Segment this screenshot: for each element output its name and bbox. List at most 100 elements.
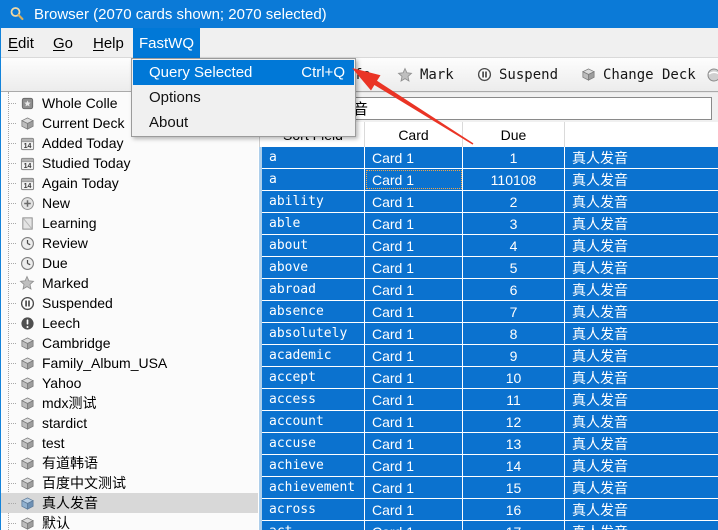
cell-deck[interactable]: 真人发音 <box>565 323 718 344</box>
table-row[interactable]: accuseCard 113真人发音 <box>262 433 718 454</box>
cell-deck[interactable]: 真人发音 <box>565 257 718 278</box>
table-row[interactable]: acceptCard 110真人发音 <box>262 367 718 388</box>
menu-item-about[interactable]: About <box>133 110 354 135</box>
table-row[interactable]: academicCard 19真人发音 <box>262 345 718 366</box>
cell-deck[interactable]: 真人发音 <box>565 521 718 530</box>
table-row[interactable]: aboutCard 14真人发音 <box>262 235 718 256</box>
cell-card[interactable]: Card 1 <box>365 323 463 344</box>
column-header-deck[interactable] <box>565 122 718 147</box>
cell-card[interactable]: Card 1 <box>365 213 463 234</box>
cell-card[interactable]: Card 1 <box>365 389 463 410</box>
cell-deck[interactable]: 真人发音 <box>565 279 718 300</box>
cell-card[interactable]: Card 1 <box>365 499 463 520</box>
sidebar-item-review[interactable]: Review <box>0 233 258 253</box>
cell-due[interactable]: 10 <box>463 367 565 388</box>
sidebar-item-again-today[interactable]: 14Again Today <box>0 173 258 193</box>
cell-deck[interactable]: 真人发音 <box>565 477 718 498</box>
cell-card[interactable]: Card 1 <box>365 477 463 498</box>
cell-deck[interactable]: 真人发音 <box>565 301 718 322</box>
cell-card[interactable]: Card 1 <box>365 169 463 190</box>
table-row[interactable]: aboveCard 15真人发音 <box>262 257 718 278</box>
table-row[interactable]: abroadCard 16真人发音 <box>262 279 718 300</box>
cell-sort-field[interactable]: abroad <box>262 279 365 300</box>
sidebar-item-marked[interactable]: Marked <box>0 273 258 293</box>
cell-card[interactable]: Card 1 <box>365 301 463 322</box>
cell-due[interactable]: 3 <box>463 213 565 234</box>
menu-fastwq[interactable]: FastWQ <box>133 28 200 58</box>
cell-sort-field[interactable]: access <box>262 389 365 410</box>
cell-due[interactable]: 12 <box>463 411 565 432</box>
cell-due[interactable]: 1 <box>463 147 565 168</box>
cell-card[interactable]: Card 1 <box>365 279 463 300</box>
cell-due[interactable]: 2 <box>463 191 565 212</box>
cell-sort-field[interactable]: academic <box>262 345 365 366</box>
sidebar-item-family-album-usa[interactable]: Family_Album_USA <box>0 353 258 373</box>
sidebar-item-cambridge[interactable]: Cambridge <box>0 333 258 353</box>
table-row[interactable]: accountCard 112真人发音 <box>262 411 718 432</box>
cell-due[interactable]: 110108 <box>463 169 565 190</box>
toolbar-item-suspend[interactable]: Suspend <box>477 58 558 91</box>
sidebar-item-stardict[interactable]: stardict <box>0 413 258 433</box>
cell-due[interactable]: 7 <box>463 301 565 322</box>
sidebar-item-test[interactable]: test <box>0 433 258 453</box>
cell-deck[interactable]: 真人发音 <box>565 235 718 256</box>
sidebar-item-learning[interactable]: Learning <box>0 213 258 233</box>
toolbar-item-change-deck[interactable]: Change Deck <box>581 58 696 91</box>
cell-card[interactable]: Card 1 <box>365 411 463 432</box>
cell-card[interactable]: Card 1 <box>365 257 463 278</box>
cell-due[interactable]: 6 <box>463 279 565 300</box>
cell-deck[interactable]: 真人发音 <box>565 389 718 410</box>
table-row[interactable]: acrossCard 116真人发音 <box>262 499 718 520</box>
cell-deck[interactable]: 真人发音 <box>565 169 718 190</box>
cell-due[interactable]: 8 <box>463 323 565 344</box>
table-row[interactable]: absenceCard 17真人发音 <box>262 301 718 322</box>
cell-card[interactable]: Card 1 <box>365 191 463 212</box>
cell-deck[interactable]: 真人发音 <box>565 367 718 388</box>
sidebar-item-i20[interactable]: 真人发音 <box>0 493 258 513</box>
table-row[interactable]: absolutelyCard 18真人发音 <box>262 323 718 344</box>
menu-help[interactable]: Help <box>93 28 124 58</box>
cell-due[interactable]: 13 <box>463 433 565 454</box>
cell-deck[interactable]: 真人发音 <box>565 147 718 168</box>
menu-edit[interactable]: Edit <box>8 28 34 58</box>
sidebar-item-i19[interactable]: 百度中文测试 <box>0 473 258 493</box>
cell-due[interactable]: 15 <box>463 477 565 498</box>
cell-card[interactable]: Card 1 <box>365 455 463 476</box>
toolbar-item-more[interactable] <box>706 58 718 91</box>
sidebar-item-i18[interactable]: 有道韩语 <box>0 453 258 473</box>
cell-card[interactable]: Card 1 <box>365 235 463 256</box>
cell-deck[interactable]: 真人发音 <box>565 345 718 366</box>
cell-sort-field[interactable]: absence <box>262 301 365 322</box>
sidebar-item-leech[interactable]: Leech <box>0 313 258 333</box>
cell-sort-field[interactable]: achievement <box>262 477 365 498</box>
table-row[interactable]: abilityCard 12真人发音 <box>262 191 718 212</box>
sidebar-item-new[interactable]: New <box>0 193 258 213</box>
cell-due[interactable]: 4 <box>463 235 565 256</box>
cell-deck[interactable]: 真人发音 <box>565 191 718 212</box>
cell-card[interactable]: Card 1 <box>365 521 463 530</box>
table-row[interactable]: actCard 117真人发音 <box>262 521 718 530</box>
cell-sort-field[interactable]: a <box>262 169 365 190</box>
cell-sort-field[interactable]: absolutely <box>262 323 365 344</box>
cell-due[interactable]: 16 <box>463 499 565 520</box>
sidebar-item-studied-today[interactable]: 14Studied Today <box>0 153 258 173</box>
cell-due[interactable]: 17 <box>463 521 565 530</box>
cell-sort-field[interactable]: above <box>262 257 365 278</box>
cell-sort-field[interactable]: accept <box>262 367 365 388</box>
cell-due[interactable]: 11 <box>463 389 565 410</box>
sidebar-item-i21[interactable]: 默认 <box>0 513 258 530</box>
table-row[interactable]: ableCard 13真人发音 <box>262 213 718 234</box>
table-row[interactable]: achievementCard 115真人发音 <box>262 477 718 498</box>
cell-deck[interactable]: 真人发音 <box>565 499 718 520</box>
cell-card[interactable]: Card 1 <box>365 367 463 388</box>
table-row[interactable]: aCard 11真人发音 <box>262 147 718 168</box>
cell-due[interactable]: 9 <box>463 345 565 366</box>
cell-sort-field[interactable]: ability <box>262 191 365 212</box>
cell-deck[interactable]: 真人发音 <box>565 411 718 432</box>
table-row[interactable]: accessCard 111真人发音 <box>262 389 718 410</box>
menu-item-options[interactable]: Options <box>133 85 354 110</box>
sidebar-item-mdx[interactable]: mdx测试 <box>0 393 258 413</box>
toolbar-item-info[interactable]: fo <box>354 58 371 91</box>
menu-item-query-selected[interactable]: Query SelectedCtrl+Q <box>133 60 354 85</box>
cell-sort-field[interactable]: accuse <box>262 433 365 454</box>
